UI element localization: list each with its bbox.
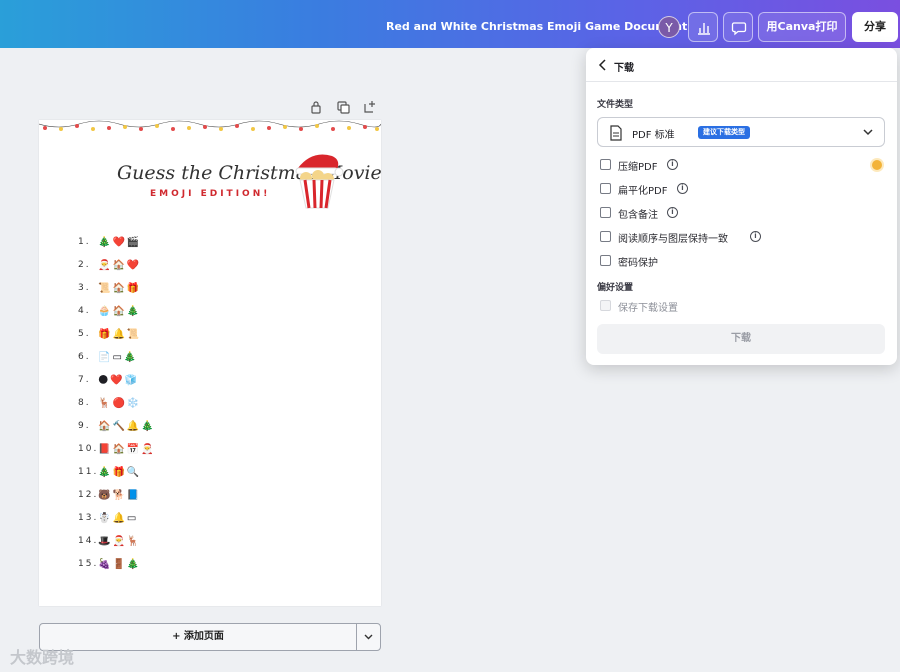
- comment-icon: [731, 22, 747, 36]
- document-icon: [610, 125, 622, 141]
- insights-button[interactable]: [688, 12, 718, 42]
- reading-order-checkbox[interactable]: [600, 231, 611, 242]
- reading-order-option[interactable]: 阅读顺序与图层保持一致 i: [600, 230, 860, 245]
- chevron-left-icon[interactable]: [598, 59, 608, 71]
- list-item: 5. 🎁🔔📜: [78, 329, 142, 340]
- info-icon[interactable]: i: [750, 231, 761, 242]
- document-title[interactable]: Red and White Christmas Emoji Game Docum…: [386, 20, 687, 33]
- password-protect-checkbox[interactable]: [600, 255, 611, 266]
- list-item: 3. 📜🏠🎁: [78, 283, 142, 294]
- add-page-icon[interactable]: [363, 99, 379, 115]
- flatten-pdf-option[interactable]: 扁平化PDF i: [600, 182, 860, 197]
- add-page-button[interactable]: + 添加页面: [39, 623, 357, 651]
- info-icon[interactable]: i: [667, 207, 678, 218]
- flatten-pdf-checkbox[interactable]: [600, 183, 611, 194]
- include-notes-checkbox[interactable]: [600, 207, 611, 218]
- list-item: 2. 🎅🏠❤️: [78, 260, 142, 271]
- password-protect-option[interactable]: 密码保护: [600, 254, 860, 269]
- download-button[interactable]: 下载: [597, 324, 885, 354]
- compress-pdf-option[interactable]: 压缩PDF i: [600, 158, 860, 173]
- print-with-canva-button[interactable]: 用Canva打印: [758, 12, 846, 42]
- share-button[interactable]: 分享: [852, 12, 898, 42]
- preferences-label: 偏好设置: [597, 283, 634, 293]
- chevron-down-icon: [364, 634, 373, 640]
- list-item: 12. 🐻🐕📘: [78, 490, 142, 501]
- info-icon[interactable]: i: [677, 183, 688, 194]
- list-item: 1. 🎄❤️🎬: [78, 237, 142, 248]
- file-type-value: PDF 标准: [632, 130, 675, 141]
- popcorn-santa-hat-icon: [295, 154, 344, 209]
- save-settings-option: 保存下载设置: [600, 299, 860, 314]
- list-item: 7. 🌑❤️🧊: [78, 375, 140, 386]
- document-page[interactable]: Guess the Christmas Movie EMOJI EDITION!…: [39, 120, 382, 606]
- list-item: 6. 📄▭🎄: [78, 352, 139, 363]
- download-panel: 下载 文件类型 PDF 标准 建议下载类型 压缩PDF i 扁平化PDF i 包…: [586, 48, 897, 365]
- list-item: 11. 🎄🎁🔍: [78, 467, 142, 478]
- include-notes-option[interactable]: 包含备注 i: [600, 206, 860, 221]
- file-type-select[interactable]: PDF 标准 建议下载类型: [597, 117, 885, 147]
- compress-pdf-checkbox[interactable]: [600, 159, 611, 170]
- user-avatar[interactable]: Y: [658, 16, 680, 38]
- list-item: 15. 🍇🚪🎄: [78, 559, 142, 570]
- watermark: 大数跨境: [10, 648, 75, 667]
- panel-header: 下载: [586, 48, 897, 82]
- add-page-options-button[interactable]: [356, 623, 381, 651]
- pro-crown-icon: [872, 160, 882, 170]
- file-type-label: 文件类型: [597, 100, 634, 110]
- top-toolbar: Red and White Christmas Emoji Game Docum…: [0, 0, 900, 48]
- bar-chart-icon: [698, 23, 710, 35]
- list-item: 14. 🎩🎅🦌: [78, 536, 142, 547]
- panel-title: 下载: [614, 63, 634, 74]
- list-item: 4. 🧁🏠🎄: [78, 306, 142, 317]
- comments-button[interactable]: [723, 12, 753, 42]
- list-item: 9. 🏠🔨🔔🎄: [78, 421, 156, 432]
- duplicate-page-icon[interactable]: [336, 99, 352, 115]
- list-item: 13. ☃️🔔▭: [78, 513, 139, 524]
- chevron-down-icon: [863, 129, 873, 136]
- save-settings-checkbox: [600, 300, 611, 311]
- info-icon[interactable]: i: [667, 159, 678, 170]
- string-lights-decoration: [39, 120, 381, 131]
- list-item: 8. 🦌🔴❄️: [78, 398, 142, 409]
- list-item: 10. 📕🏠📅🎅: [78, 444, 156, 455]
- game-subtitle: EMOJI EDITION!: [150, 189, 271, 199]
- lock-icon[interactable]: [309, 99, 325, 115]
- recommended-badge: 建议下载类型: [698, 126, 750, 139]
